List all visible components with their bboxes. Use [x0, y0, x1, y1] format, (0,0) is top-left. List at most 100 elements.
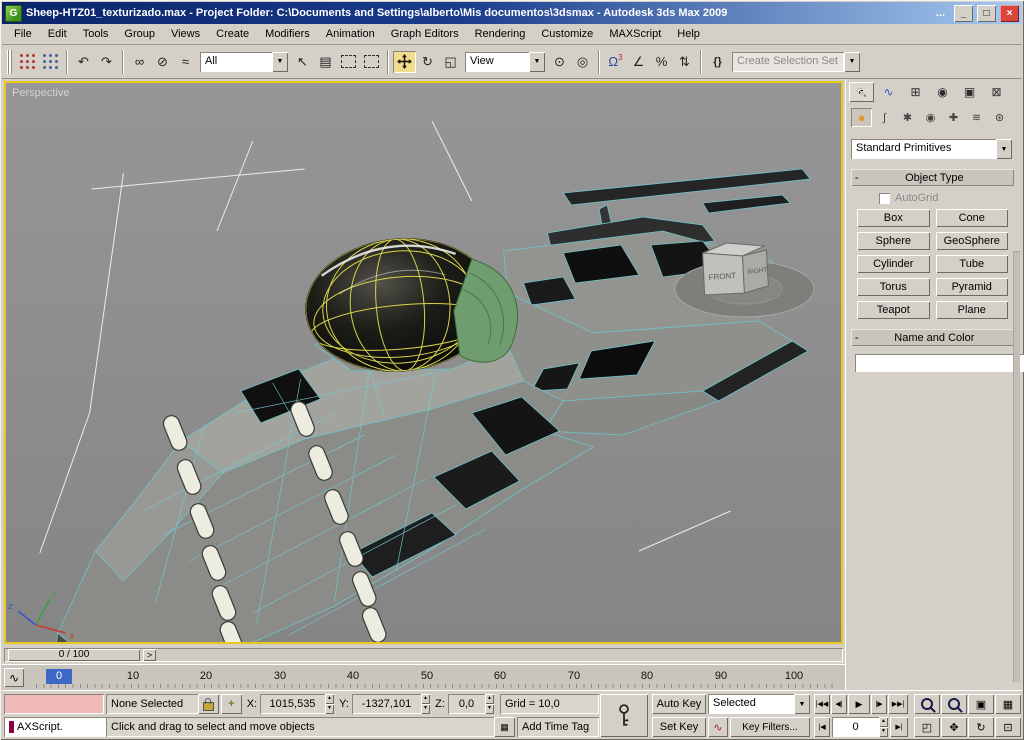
close-button[interactable]: × [1000, 4, 1019, 22]
keyboard-icon-button[interactable]: ▦ [494, 717, 515, 737]
bind-to-space-warp-button[interactable]: ≈ [174, 51, 197, 73]
create-selection-set-combo[interactable]: Create Selection Set ▼ [732, 51, 860, 72]
maxscript-listener-field[interactable]: AXScript. [4, 717, 109, 737]
category-systems[interactable]: ⊛ [989, 108, 1010, 127]
menu-modifiers[interactable]: Modifiers [257, 26, 318, 42]
menu-rendering[interactable]: Rendering [467, 26, 534, 42]
select-and-rotate-button[interactable]: ↻ [416, 51, 439, 73]
select-and-scale-button[interactable]: ◱ [439, 51, 462, 73]
menu-create[interactable]: Create [208, 26, 257, 42]
play-button[interactable]: ▶ [848, 694, 870, 714]
chevron-down-icon[interactable]: ▼ [529, 51, 545, 72]
key-filters-button[interactable]: Key Filters... [730, 717, 810, 737]
auto-key-button[interactable]: Auto Key [652, 694, 706, 714]
reference-coordinate-dropdown[interactable]: View ▼ [465, 51, 545, 72]
open-mini-curve-editor-button[interactable]: ∿ [4, 668, 24, 687]
grid-dots-blue-icon[interactable] [39, 51, 62, 73]
menu-maxscript[interactable]: MAXScript [601, 26, 669, 42]
key-mode-toggle-button[interactable]: ▶| [890, 717, 908, 737]
y-spinner[interactable]: ▲ ▼ [421, 694, 430, 714]
go-to-end-button[interactable]: ▶▶| [888, 694, 908, 714]
category-space-warps[interactable]: ≋ [966, 108, 987, 127]
time-slider-track[interactable]: 0 / 100 > [4, 648, 843, 662]
next-frame-button[interactable]: |▶ [871, 694, 887, 714]
pyramid-button[interactable]: Pyramid [935, 278, 1008, 296]
viewport-canvas[interactable]: FRONT RIGHT x y z [6, 83, 841, 642]
selection-filter-dropdown[interactable]: All ▼ [200, 51, 288, 72]
key-mode-dropdown[interactable]: Selected ▼ [708, 694, 810, 714]
minimize-button[interactable]: _ [954, 4, 973, 22]
zoom-extents-button[interactable]: ▣ [968, 694, 994, 714]
go-to-start-button[interactable]: |◀◀ [814, 694, 830, 714]
name-color-rollout-header[interactable]: - Name and Color [851, 329, 1014, 346]
zoom-extents-all-button[interactable]: ▦ [995, 694, 1021, 714]
cylinder-button[interactable]: Cylinder [857, 255, 930, 273]
set-keys-button[interactable] [600, 694, 648, 737]
menu-tools[interactable]: Tools [75, 26, 117, 42]
category-shapes[interactable]: ∫ [874, 108, 895, 127]
menu-graph-editors[interactable]: Graph Editors [383, 26, 467, 42]
select-and-manipulate-button[interactable]: ◎ [571, 51, 594, 73]
cone-button[interactable]: Cone [935, 209, 1008, 227]
torus-button[interactable]: Torus [857, 278, 930, 296]
frame-spinner[interactable]: ▲ ▼ [879, 717, 888, 737]
select-and-move-button[interactable] [393, 50, 416, 73]
menu-customize[interactable]: Customize [533, 26, 601, 42]
tab-create[interactable]: ↖ [849, 82, 874, 102]
title-bar[interactable]: G Sheep-HTZ01_texturizado.max - Project … [2, 2, 1022, 24]
next-frame-arrow[interactable]: > [143, 649, 156, 661]
box-button[interactable]: Box [857, 209, 930, 227]
macro-recorder-field[interactable] [4, 694, 104, 714]
category-lights[interactable]: ✱ [897, 108, 918, 127]
x-coordinate-field[interactable]: 1015,535 ▲ ▼ [260, 694, 334, 714]
chevron-down-icon[interactable]: ▼ [272, 51, 288, 72]
tab-hierarchy[interactable]: ⊞ [903, 82, 928, 102]
track-bar[interactable]: ∿ 0 10 20 30 40 50 60 70 80 90 100 [2, 664, 845, 691]
menu-help[interactable]: Help [669, 26, 708, 42]
default-tangent-button[interactable]: ∿ [708, 717, 728, 737]
set-key-button[interactable]: Set Key [652, 717, 706, 737]
menu-edit[interactable]: Edit [40, 26, 75, 42]
primitives-category-dropdown[interactable]: Standard Primitives ▼ [851, 139, 1012, 159]
object-name-input[interactable] [855, 354, 1024, 372]
maximize-button[interactable]: □ [977, 4, 996, 22]
zoom-all-button[interactable] [941, 694, 967, 714]
tab-display[interactable]: ▣ [957, 82, 982, 102]
menu-group[interactable]: Group [116, 26, 163, 42]
add-time-tag[interactable]: Add Time Tag [517, 717, 599, 737]
pan-button[interactable]: ✥ [941, 717, 967, 737]
geosphere-button[interactable]: GeoSphere [935, 232, 1008, 250]
snaps-toggle-button[interactable]: Ω 3 [604, 51, 627, 73]
chevron-down-icon[interactable]: ▼ [794, 694, 810, 714]
category-cameras[interactable]: ◉ [920, 108, 941, 127]
z-spinner[interactable]: ▲ ▼ [485, 694, 494, 714]
z-coordinate-field[interactable]: 0,0 ▲ ▼ [448, 694, 494, 714]
previous-key-button[interactable]: |◀ [814, 717, 830, 737]
tab-utilities[interactable]: ⊠ [984, 82, 1009, 102]
unlink-selection-button[interactable]: ⊘ [151, 51, 174, 73]
absolute-offset-toggle[interactable]: + [221, 694, 242, 714]
rectangular-selection-region-button[interactable] [337, 51, 360, 73]
current-frame-field[interactable]: 0 ▲ ▼ [832, 717, 888, 737]
category-geometry[interactable]: ● [851, 108, 872, 127]
angle-snap-button[interactable]: ∠ [627, 51, 650, 73]
window-crossing-button[interactable] [360, 51, 383, 73]
select-by-name-button[interactable]: ▤ [314, 51, 337, 73]
tube-button[interactable]: Tube [935, 255, 1008, 273]
redo-button[interactable]: ↷ [95, 51, 118, 73]
plane-button[interactable]: Plane [935, 301, 1008, 319]
zoom-region-button[interactable]: ◰ [914, 717, 940, 737]
menu-views[interactable]: Views [163, 26, 208, 42]
selection-lock-button[interactable] [198, 694, 219, 714]
select-and-link-button[interactable]: ∞ [128, 51, 151, 73]
sphere-button[interactable]: Sphere [857, 232, 930, 250]
time-slider-handle[interactable]: 0 / 100 [8, 649, 140, 661]
panel-scrollbar[interactable] [1013, 251, 1020, 682]
toolbar-handle[interactable] [7, 50, 13, 74]
perspective-viewport[interactable]: Perspective FRONT RIGHT x y z [4, 81, 843, 644]
undo-button[interactable]: ↶ [72, 51, 95, 73]
y-coordinate-field[interactable]: -1327,101 ▲ ▼ [352, 694, 430, 714]
autogrid-checkbox[interactable] [879, 192, 890, 204]
x-spinner[interactable]: ▲ ▼ [325, 694, 334, 714]
zoom-button[interactable] [914, 694, 940, 714]
